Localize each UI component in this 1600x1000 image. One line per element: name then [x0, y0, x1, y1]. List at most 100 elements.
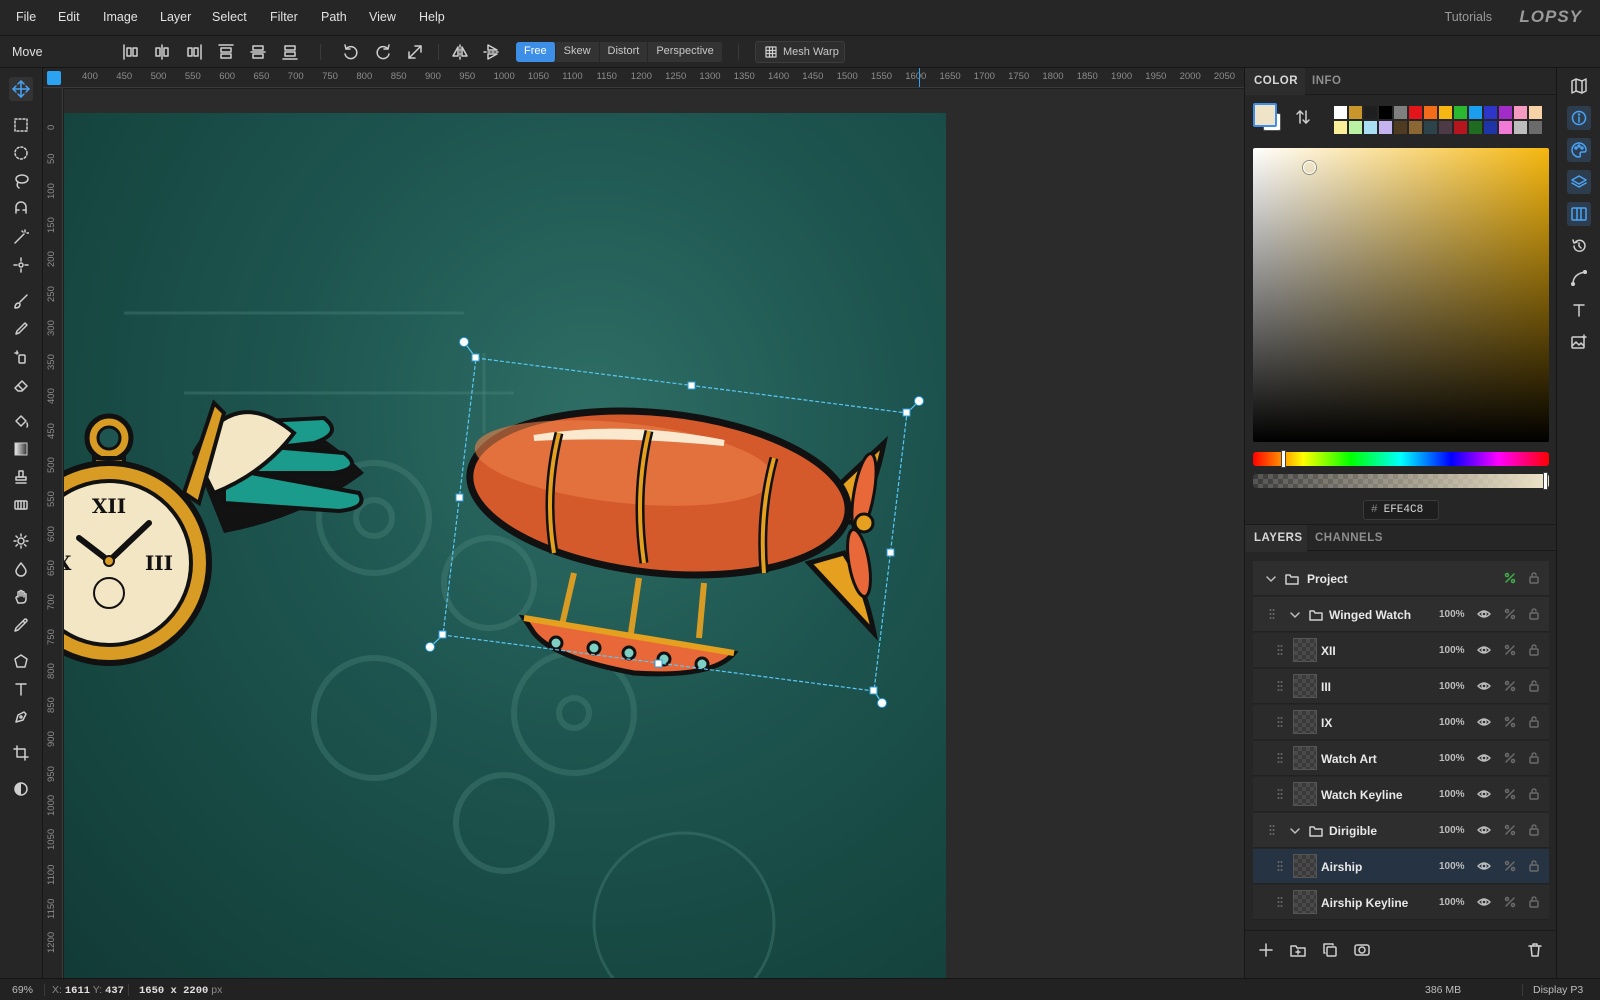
- menu-path[interactable]: Path: [321, 10, 347, 24]
- alpha-slider-thumb[interactable]: [1543, 472, 1548, 490]
- color-swatch[interactable]: [1348, 120, 1363, 135]
- color-swatch[interactable]: [1453, 120, 1468, 135]
- tab-channels[interactable]: CHANNELS: [1315, 532, 1383, 544]
- menu-edit[interactable]: Edit: [58, 10, 80, 24]
- color-swatch[interactable]: [1363, 120, 1378, 135]
- layer-mask-icon[interactable]: [1354, 942, 1370, 958]
- effects-icon[interactable]: [1503, 679, 1517, 693]
- mode-skew-button[interactable]: Skew: [556, 42, 600, 62]
- dodge-icon[interactable]: [9, 529, 33, 553]
- color-swatch[interactable]: [1378, 120, 1393, 135]
- layer-opacity[interactable]: 100%: [1439, 825, 1465, 836]
- menu-layer[interactable]: Layer: [160, 10, 191, 24]
- flip-vertical-icon[interactable]: [482, 43, 502, 61]
- layer-row[interactable]: Airship 100%: [1253, 849, 1549, 884]
- layer-row[interactable]: Watch Art 100%: [1253, 741, 1549, 776]
- magnetic-lasso-icon[interactable]: [9, 197, 33, 221]
- lock-icon[interactable]: [1527, 571, 1541, 585]
- canvas-area[interactable]: XII III IX: [64, 89, 1244, 978]
- duplicate-layer-icon[interactable]: [1322, 942, 1338, 958]
- effects-icon[interactable]: [1503, 787, 1517, 801]
- pencil-icon[interactable]: [9, 317, 33, 341]
- alpha-slider[interactable]: [1253, 474, 1549, 488]
- lock-icon[interactable]: [1527, 607, 1541, 621]
- layers-stack-icon[interactable]: [1567, 170, 1591, 194]
- eyedropper-icon[interactable]: [9, 613, 33, 637]
- color-swatch[interactable]: [1438, 105, 1453, 120]
- smudge-hand-icon[interactable]: [9, 585, 33, 609]
- color-swatch[interactable]: [1498, 105, 1513, 120]
- hex-input[interactable]: # EFE4C8: [1363, 500, 1439, 520]
- drag-handle-icon[interactable]: [1277, 644, 1283, 656]
- document-canvas[interactable]: XII III IX: [64, 113, 946, 978]
- drag-handle-icon[interactable]: [1277, 860, 1283, 872]
- color-swatch[interactable]: [1333, 120, 1348, 135]
- lock-icon[interactable]: [1527, 895, 1541, 909]
- pen-tool-icon[interactable]: [9, 705, 33, 729]
- color-swatch[interactable]: [1483, 120, 1498, 135]
- align-top-icon[interactable]: [216, 43, 236, 61]
- menu-file[interactable]: File: [16, 10, 36, 24]
- color-swatch[interactable]: [1393, 105, 1408, 120]
- collapse-chevron-icon[interactable]: [1289, 609, 1301, 621]
- visibility-eye-icon[interactable]: [1477, 787, 1491, 801]
- tutorials-link[interactable]: Tutorials: [1445, 10, 1492, 24]
- align-right-icon[interactable]: [184, 43, 204, 61]
- visibility-eye-icon[interactable]: [1477, 859, 1491, 873]
- effects-icon[interactable]: [1503, 823, 1517, 837]
- navigator-map-icon[interactable]: [1567, 74, 1591, 98]
- text-tool-icon[interactable]: [9, 677, 33, 701]
- patch-icon[interactable]: [9, 493, 33, 517]
- mode-free-button[interactable]: Free: [516, 42, 556, 62]
- clone-brush-icon[interactable]: [9, 345, 33, 369]
- visibility-eye-icon[interactable]: [1477, 679, 1491, 693]
- color-swatch[interactable]: [1348, 105, 1363, 120]
- drag-handle-icon[interactable]: [1277, 788, 1283, 800]
- drag-handle-icon[interactable]: [1277, 680, 1283, 692]
- align-left-icon[interactable]: [121, 43, 141, 61]
- color-swatch[interactable]: [1513, 105, 1528, 120]
- zoom-level[interactable]: 69%: [12, 984, 33, 996]
- ellipse-select-icon[interactable]: [9, 141, 33, 165]
- drag-handle-icon[interactable]: [1277, 716, 1283, 728]
- rotate-right-icon[interactable]: [373, 43, 393, 61]
- blur-drop-icon[interactable]: [9, 557, 33, 581]
- add-layer-icon[interactable]: [1258, 942, 1274, 958]
- layer-opacity[interactable]: 100%: [1439, 717, 1465, 728]
- effects-icon[interactable]: [1503, 607, 1517, 621]
- effects-icon[interactable]: [1503, 643, 1517, 657]
- drag-handle-icon[interactable]: [1269, 608, 1275, 620]
- visibility-eye-icon[interactable]: [1477, 643, 1491, 657]
- layer-opacity[interactable]: 100%: [1439, 681, 1465, 692]
- layer-group-row[interactable]: Winged Watch 100%: [1253, 597, 1549, 632]
- tab-layers[interactable]: LAYERS: [1254, 532, 1303, 544]
- color-picker-cursor[interactable]: [1303, 161, 1316, 174]
- lock-icon[interactable]: [1527, 787, 1541, 801]
- mode-perspective-button[interactable]: Perspective: [648, 42, 723, 62]
- tab-color[interactable]: COLOR: [1254, 75, 1298, 87]
- magic-wand-icon[interactable]: [9, 225, 33, 249]
- collapse-chevron-icon[interactable]: [1289, 825, 1301, 837]
- color-swatch[interactable]: [1423, 105, 1438, 120]
- tab-info[interactable]: INFO: [1312, 75, 1341, 87]
- menu-help[interactable]: Help: [419, 10, 445, 24]
- color-palette-icon[interactable]: [1567, 138, 1591, 162]
- ruler-origin-button[interactable]: [47, 71, 61, 85]
- effects-icon[interactable]: [1503, 571, 1517, 585]
- menu-filter[interactable]: Filter: [270, 10, 298, 24]
- layer-opacity[interactable]: 100%: [1439, 897, 1465, 908]
- gradient-icon[interactable]: [9, 437, 33, 461]
- visibility-eye-icon[interactable]: [1477, 715, 1491, 729]
- color-swatch[interactable]: [1453, 105, 1468, 120]
- foreground-color-swatch[interactable]: [1253, 103, 1277, 127]
- polygon-shape-icon[interactable]: [9, 649, 33, 673]
- color-swatch[interactable]: [1423, 120, 1438, 135]
- history-icon[interactable]: [1567, 234, 1591, 258]
- color-swatch[interactable]: [1468, 120, 1483, 135]
- rotate-left-icon[interactable]: [341, 43, 361, 61]
- lock-icon[interactable]: [1527, 823, 1541, 837]
- layer-opacity[interactable]: 100%: [1439, 861, 1465, 872]
- saturation-value-picker[interactable]: [1253, 148, 1549, 442]
- align-bottom-icon[interactable]: [280, 43, 300, 61]
- effects-icon[interactable]: [1503, 859, 1517, 873]
